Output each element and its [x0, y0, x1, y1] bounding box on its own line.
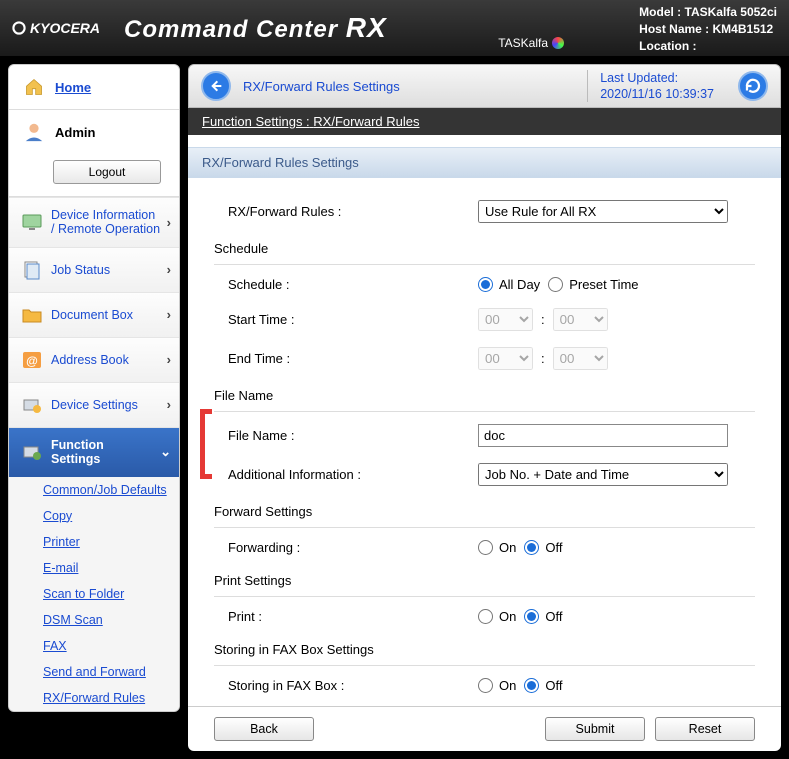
end-hour-select[interactable]: 00: [478, 347, 533, 370]
last-updated: Last Updated: 2020/11/16 10:39:37: [587, 70, 714, 103]
print-label: Print :: [228, 609, 478, 624]
device-info: Model : TASKalfa 5052ci Host Name : KM4B…: [639, 4, 777, 54]
svg-text:@: @: [26, 354, 38, 368]
end-label: End Time :: [228, 351, 478, 366]
sidebar: Home Admin Logout Device Information / R…: [0, 56, 188, 759]
section-header: RX/Forward Rules Settings: [188, 147, 781, 178]
radio-print-on[interactable]: On: [478, 609, 516, 624]
addlinfo-label: Additional Information :: [228, 467, 478, 482]
highlight-marker: [200, 409, 212, 479]
print-header: Print Settings: [214, 563, 755, 592]
breadcrumb: Function Settings : RX/Forward Rules: [188, 108, 781, 135]
back-button[interactable]: Back: [214, 717, 314, 741]
rules-select[interactable]: Use Rule for All RX: [478, 200, 728, 223]
forward-header: Forward Settings: [214, 494, 755, 523]
doc-stack-icon: [19, 258, 45, 282]
product-title: Command Center RX: [124, 12, 387, 44]
start-label: Start Time :: [228, 312, 478, 327]
sub-dsm[interactable]: DSM Scan: [9, 607, 179, 633]
home-icon: [21, 75, 47, 99]
radio-fwd-off[interactable]: Off: [524, 540, 562, 555]
refresh-icon[interactable]: [738, 71, 768, 101]
radio-preset[interactable]: Preset Time: [548, 277, 638, 292]
brand-logo: KYOCERA: [12, 20, 100, 36]
nav-job-status[interactable]: Job Status›: [9, 247, 179, 292]
folder-icon: [19, 303, 45, 327]
nav-address-book[interactable]: @ Address Book›: [9, 337, 179, 382]
submit-button[interactable]: Submit: [545, 717, 645, 741]
schedule-label: Schedule :: [228, 277, 478, 292]
back-icon[interactable]: [201, 71, 231, 101]
user-icon: [21, 120, 47, 144]
user-row: Admin: [9, 110, 179, 154]
radio-faxbox-off[interactable]: Off: [524, 678, 562, 693]
nav-device-settings[interactable]: Device Settings›: [9, 382, 179, 427]
radio-allday[interactable]: All Day: [478, 277, 540, 292]
sub-common[interactable]: Common/Job Defaults: [9, 477, 179, 503]
schedule-header: Schedule: [214, 231, 755, 260]
sub-email[interactable]: E-mail: [9, 555, 179, 581]
faxbox-label: Storing in FAX Box :: [228, 678, 478, 693]
forwarding-label: Forwarding :: [228, 540, 478, 555]
reset-button[interactable]: Reset: [655, 717, 755, 741]
addlinfo-select[interactable]: Job No. + Date and Time: [478, 463, 728, 486]
end-min-select[interactable]: 00: [553, 347, 608, 370]
radio-fwd-on[interactable]: On: [478, 540, 516, 555]
sub-copy[interactable]: Copy: [9, 503, 179, 529]
sub-rx-rules[interactable]: RX/Forward Rules: [9, 685, 179, 711]
button-bar: Back Submit Reset: [188, 706, 781, 751]
logout-button[interactable]: Logout: [53, 160, 161, 184]
filename-header: File Name: [214, 378, 755, 407]
sub-brand: TASKalfa: [498, 36, 564, 50]
radio-faxbox-on[interactable]: On: [478, 678, 516, 693]
faxbox-header: Storing in FAX Box Settings: [214, 632, 755, 661]
home-link[interactable]: Home: [9, 65, 179, 110]
start-min-select[interactable]: 00: [553, 308, 608, 331]
sub-scan-folder[interactable]: Scan to Folder: [9, 581, 179, 607]
filename-input[interactable]: [478, 424, 728, 447]
breadcrumb-parent[interactable]: Function Settings : RX/Forward Rules: [202, 114, 420, 129]
sub-send-forward[interactable]: Send and Forward: [9, 659, 179, 685]
start-hour-select[interactable]: 00: [478, 308, 533, 331]
radio-print-off[interactable]: Off: [524, 609, 562, 624]
title-bar: RX/Forward Rules Settings Last Updated: …: [188, 64, 781, 108]
monitor-icon: [19, 210, 45, 234]
printer-gear-icon: [19, 440, 45, 464]
sub-printer[interactable]: Printer: [9, 529, 179, 555]
nav-document-box[interactable]: Document Box›: [9, 292, 179, 337]
at-icon: @: [19, 348, 45, 372]
app-header: KYOCERA Command Center RX TASKalfa Model…: [0, 0, 789, 56]
function-settings-submenu: Common/Job Defaults Copy Printer E-mail …: [9, 477, 179, 711]
nav-function-settings[interactable]: Function Settings⌄: [9, 427, 179, 477]
nav-device-info[interactable]: Device Information / Remote Operation›: [9, 197, 179, 247]
rules-label: RX/Forward Rules :: [228, 204, 478, 219]
filename-label: File Name :: [228, 428, 478, 443]
sub-fax[interactable]: FAX: [9, 633, 179, 659]
page-title: RX/Forward Rules Settings: [243, 79, 575, 94]
printer-gear-icon: [19, 393, 45, 417]
